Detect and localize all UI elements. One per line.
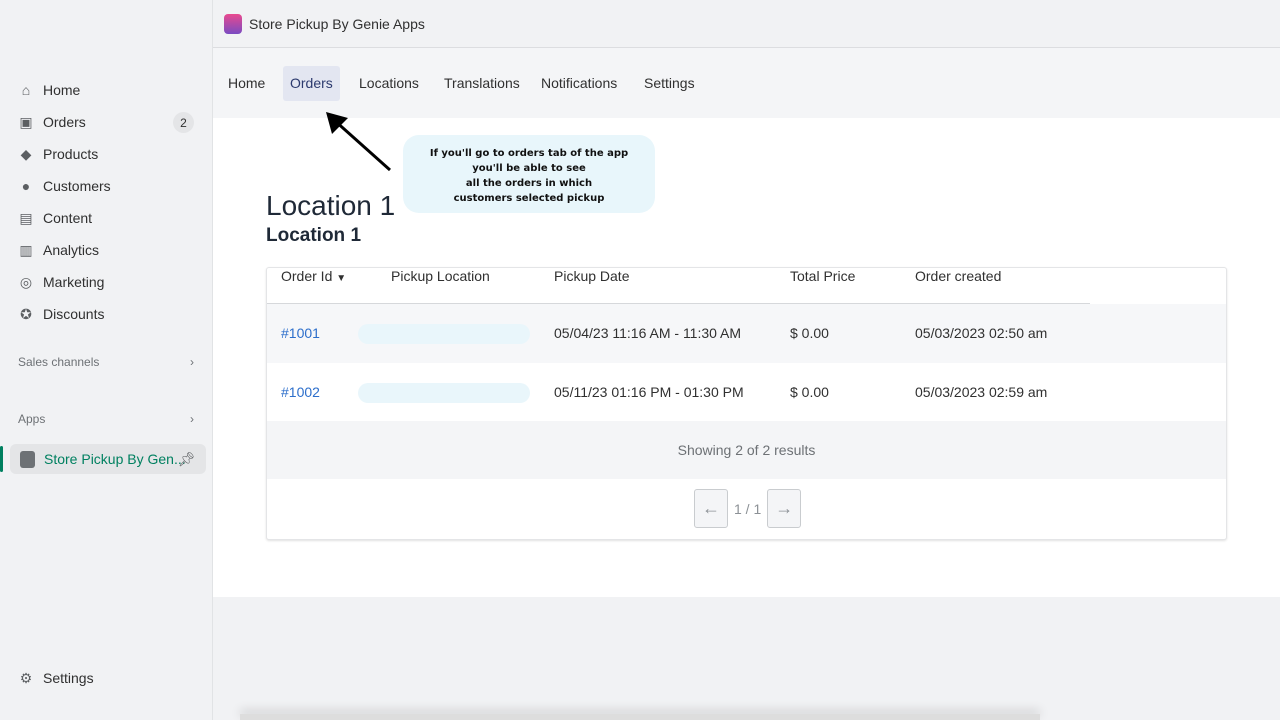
page-indicator: 1 / 1 xyxy=(734,500,762,517)
person-icon: ● xyxy=(21,178,31,194)
table-header: Order Id ▼ Pickup Location Pickup Date T… xyxy=(267,268,1226,305)
orders-icon: ▣ xyxy=(19,113,33,130)
tab-orders[interactable]: Orders xyxy=(283,66,340,101)
sidebar-item-home[interactable]: ⌂ Home xyxy=(18,78,81,102)
table-row: #1002 05/11/23 01:16 PM - 01:30 PM $ 0.0… xyxy=(267,363,1226,421)
next-page-button[interactable]: → xyxy=(767,489,802,528)
bar-chart-icon: ▥ xyxy=(19,241,33,258)
results-summary: Showing 2 of 2 results xyxy=(267,421,1226,479)
annotation-arrow-icon xyxy=(326,112,391,172)
app-title: Store Pickup By Genie Apps xyxy=(249,15,425,32)
label: Orders xyxy=(43,114,86,130)
label: Discounts xyxy=(43,306,105,322)
sales-channels-section[interactable]: Sales channels › xyxy=(18,355,194,369)
content-icon: ▤ xyxy=(19,209,33,226)
order-created: 05/03/2023 02:59 am xyxy=(915,384,1048,400)
label: Marketing xyxy=(43,274,105,290)
arrow-right-icon: → xyxy=(775,498,794,518)
previous-page-button[interactable]: ← xyxy=(694,489,728,528)
label: Customers xyxy=(43,178,111,194)
tab-locations[interactable]: Locations xyxy=(352,66,426,101)
apps-section[interactable]: Apps › xyxy=(18,412,194,426)
label: Content xyxy=(43,210,93,226)
callout-line: customers selected pickup xyxy=(453,193,605,204)
pickup-date: 05/04/23 11:16 AM - 11:30 AM xyxy=(554,325,742,341)
sidebar-item-marketing[interactable]: ◎ Marketing xyxy=(18,270,105,294)
page-subtitle: Location 1 xyxy=(266,225,362,246)
sidebar-item-store-pickup[interactable]: Store Pickup By Gen... 📌︎ xyxy=(10,444,206,474)
arrow-left-icon: ← xyxy=(702,498,720,518)
tab-home[interactable]: Home xyxy=(221,66,272,101)
sidebar-item-analytics[interactable]: ▥ Analytics xyxy=(18,238,99,262)
sidebar-item-discounts[interactable]: ✪ Discounts xyxy=(18,302,104,326)
orders-table: Order Id ▼ Pickup Location Pickup Date T… xyxy=(266,267,1227,540)
discount-icon: ✪ xyxy=(20,305,32,322)
label: Home xyxy=(43,82,81,98)
sidebar-item-products[interactable]: ◆ Products xyxy=(18,142,99,166)
sidebar-item-customers[interactable]: ● Customers xyxy=(18,174,111,198)
sidebar: ⌂ Home ▣ Orders 2 ◆ Products ● Customers ▤ Co… xyxy=(0,0,213,720)
app-logo-icon xyxy=(224,13,242,34)
tag-icon: ◆ xyxy=(20,145,32,162)
active-indicator xyxy=(0,446,3,472)
chevron-right-icon: › xyxy=(190,412,194,426)
total-price: $ 0.00 xyxy=(790,384,829,400)
tab-notifications[interactable]: Notifications xyxy=(534,66,624,101)
column-header-order-created: Order created xyxy=(915,268,1002,284)
sidebar-item-content[interactable]: ▤ Content xyxy=(18,206,92,230)
annotation-callout: If you'll go to orders tab of the app yo… xyxy=(403,135,655,213)
pickup-location-redacted xyxy=(358,324,530,344)
pagination: ← 1 / 1 → xyxy=(694,489,802,528)
label: Sales channels xyxy=(18,355,100,369)
sidebar-item-settings[interactable]: ⚙ Settings xyxy=(18,666,94,690)
order-link[interactable]: #1002 xyxy=(281,363,320,422)
label: Analytics xyxy=(43,242,100,258)
column-header-order-id[interactable]: Order Id ▼ xyxy=(281,268,346,287)
gear-icon: ⚙ xyxy=(19,669,33,686)
sidebar-item-orders[interactable]: ▣ Orders xyxy=(18,110,86,134)
column-header-pickup-location: Pickup Location xyxy=(391,268,490,284)
pickup-location-redacted xyxy=(358,383,530,403)
orders-count-badge: 2 xyxy=(173,112,194,133)
order-created: 05/03/2023 02:50 am xyxy=(915,325,1048,341)
label: Store Pickup By Gen... xyxy=(44,451,186,467)
app-header: Store Pickup By Genie Apps xyxy=(213,0,1280,48)
callout-line: you'll be able to see xyxy=(472,163,586,174)
pickup-date: 05/11/23 01:16 PM - 01:30 PM xyxy=(554,384,744,400)
bottom-shadow xyxy=(240,714,1040,720)
tab-settings[interactable]: Settings xyxy=(637,66,702,101)
home-icon: ⌂ xyxy=(21,82,31,98)
app-icon xyxy=(20,450,35,468)
total-price: $ 0.00 xyxy=(790,325,829,341)
label: Order Id xyxy=(281,268,333,284)
column-header-pickup-date: Pickup Date xyxy=(554,268,630,284)
column-header-total-price: Total Price xyxy=(790,268,856,284)
label: Products xyxy=(43,146,99,162)
callout-line: If you'll go to orders tab of the app xyxy=(429,148,629,159)
label: Settings xyxy=(43,670,94,686)
callout-line: all the orders in which xyxy=(465,178,593,189)
table-row: #1001 05/04/23 11:16 AM - 11:30 AM $ 0.0… xyxy=(267,304,1226,363)
chevron-right-icon: › xyxy=(190,355,194,369)
pin-icon[interactable]: 📌︎ xyxy=(178,451,196,468)
label: Apps xyxy=(18,412,46,426)
sort-down-icon: ▼ xyxy=(336,273,347,284)
order-link[interactable]: #1001 xyxy=(281,304,320,363)
target-icon: ◎ xyxy=(19,273,33,290)
page-title: Location 1 xyxy=(266,190,396,221)
tab-translations[interactable]: Translations xyxy=(437,66,527,101)
